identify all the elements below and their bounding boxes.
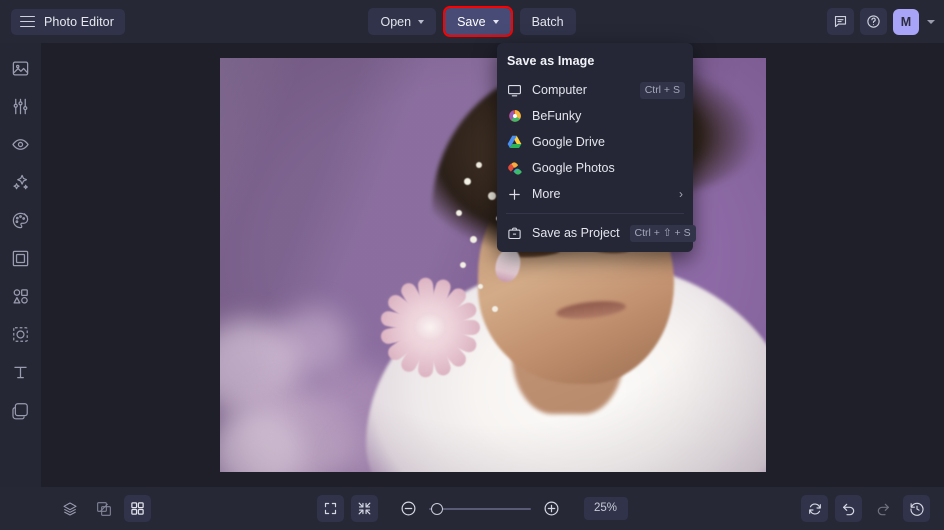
- app-title: Photo Editor: [44, 14, 114, 29]
- feedback-button[interactable]: [827, 8, 854, 35]
- app-menu-button[interactable]: Photo Editor: [11, 8, 125, 35]
- compare-button[interactable]: [90, 495, 117, 522]
- menu-item-shortcut: Ctrl + S: [639, 81, 685, 99]
- zoom-level-value[interactable]: 25%: [583, 497, 628, 520]
- overlay-icon: [11, 325, 30, 344]
- sidebar-item-edit[interactable]: [7, 94, 35, 118]
- zoom-slider[interactable]: [428, 502, 531, 516]
- collapse-icon: [357, 501, 372, 516]
- footer-left-tools: [56, 495, 151, 522]
- compare-icon: [96, 501, 112, 517]
- batch-button[interactable]: Batch: [519, 8, 576, 35]
- header-right-controls: M: [827, 0, 935, 43]
- google-drive-icon: [507, 135, 522, 150]
- chevron-down-icon: [492, 20, 499, 24]
- google-photos-icon: [507, 161, 522, 176]
- sidebar-item-textures[interactable]: [7, 398, 35, 422]
- layers-button[interactable]: [56, 495, 83, 522]
- editor-canvas[interactable]: [41, 43, 944, 487]
- menu-item-shortcut: Ctrl + ⇧ + S: [629, 224, 696, 242]
- layers-stack-icon: [11, 401, 30, 420]
- menu-separator: [506, 213, 684, 214]
- menu-item-label: Computer: [532, 83, 587, 97]
- menu-item-befunky[interactable]: BeFunky: [497, 103, 693, 129]
- fit-to-screen-button[interactable]: [350, 495, 378, 522]
- menu-item-computer[interactable]: Computer Ctrl + S: [497, 77, 693, 103]
- avatar[interactable]: M: [893, 8, 919, 35]
- palette-icon: [11, 211, 30, 230]
- footer-history-controls: [801, 495, 930, 522]
- grid-button[interactable]: [124, 495, 151, 522]
- hamburger-icon: [20, 15, 35, 28]
- fullscreen-button[interactable]: [316, 495, 344, 522]
- menu-item-save-as-project[interactable]: Save as Project Ctrl + ⇧ + S: [497, 220, 696, 246]
- sliders-icon: [11, 97, 30, 116]
- bottom-toolbar: 25%: [0, 487, 944, 530]
- undo-arrow-icon: [841, 501, 857, 517]
- menu-item-label: Google Drive: [532, 135, 605, 149]
- header-actions: Open Save Batch: [0, 0, 944, 43]
- sidebar-item-artsy[interactable]: [7, 208, 35, 232]
- briefcase-icon: [507, 226, 522, 241]
- layers-stack-icon: [62, 501, 78, 517]
- sidebar-item-text[interactable]: [7, 360, 35, 384]
- text-icon: [11, 363, 30, 382]
- minus-circle-icon[interactable]: [400, 500, 417, 517]
- save-button[interactable]: Save: [443, 6, 513, 37]
- sidebar-item-image[interactable]: [7, 56, 35, 80]
- redo-button[interactable]: [869, 495, 896, 522]
- sidebar-item-frames[interactable]: [7, 246, 35, 270]
- eye-icon: [11, 135, 30, 154]
- reset-button[interactable]: [801, 495, 828, 522]
- expand-icon: [323, 501, 338, 516]
- sidebar-item-touchup[interactable]: [7, 132, 35, 156]
- menu-item-google-photos[interactable]: Google Photos: [497, 155, 693, 181]
- zoom-slider-handle[interactable]: [430, 502, 443, 515]
- left-tool-rail: [0, 43, 41, 487]
- redo-arrow-icon: [875, 501, 891, 517]
- undo-button[interactable]: [835, 495, 862, 522]
- save-dropdown-menu: Save as Image Computer Ctrl + S BeFunky …: [497, 43, 696, 252]
- question-circle-icon: [866, 14, 881, 29]
- open-button[interactable]: Open: [368, 8, 437, 35]
- sidebar-item-effects[interactable]: [7, 170, 35, 194]
- befunky-logo-icon: [507, 109, 522, 124]
- chevron-down-icon: [418, 20, 425, 24]
- menu-item-label: Save as Project: [532, 226, 620, 240]
- save-button-label: Save: [457, 14, 486, 29]
- menu-item-label: Google Photos: [532, 161, 615, 175]
- plus-icon: [507, 187, 522, 202]
- history-clock-icon: [909, 501, 925, 517]
- shapes-icon: [11, 287, 30, 306]
- open-button-label: Open: [380, 14, 412, 29]
- chevron-right-icon: ›: [679, 187, 683, 201]
- chat-bubble-icon: [833, 14, 848, 29]
- sparkle-icon: [11, 173, 30, 192]
- history-button[interactable]: [903, 495, 930, 522]
- photo-editor-app: Photo Editor Open Save Batch M Save as I…: [0, 0, 944, 530]
- image-icon: [11, 59, 30, 78]
- sidebar-item-overlays[interactable]: [7, 322, 35, 346]
- save-menu-title: Save as Image: [507, 54, 595, 68]
- zoom-slider-track: [428, 507, 531, 510]
- batch-button-label: Batch: [531, 14, 564, 29]
- zoom-controls: 25%: [400, 497, 628, 520]
- grid-icon: [130, 501, 145, 516]
- account-chevron-down-icon[interactable]: [927, 19, 935, 24]
- refresh-icon: [807, 501, 823, 517]
- menu-item-label: BeFunky: [532, 109, 582, 123]
- top-header-bar: Photo Editor Open Save Batch M: [0, 0, 944, 43]
- sidebar-item-graphics[interactable]: [7, 284, 35, 308]
- frame-icon: [11, 249, 30, 268]
- menu-item-google-drive[interactable]: Google Drive: [497, 129, 693, 155]
- menu-item-more[interactable]: More ›: [497, 181, 693, 207]
- monitor-icon: [507, 83, 522, 98]
- menu-item-label: More: [532, 187, 561, 201]
- plus-circle-icon[interactable]: [543, 500, 560, 517]
- help-button[interactable]: [860, 8, 887, 35]
